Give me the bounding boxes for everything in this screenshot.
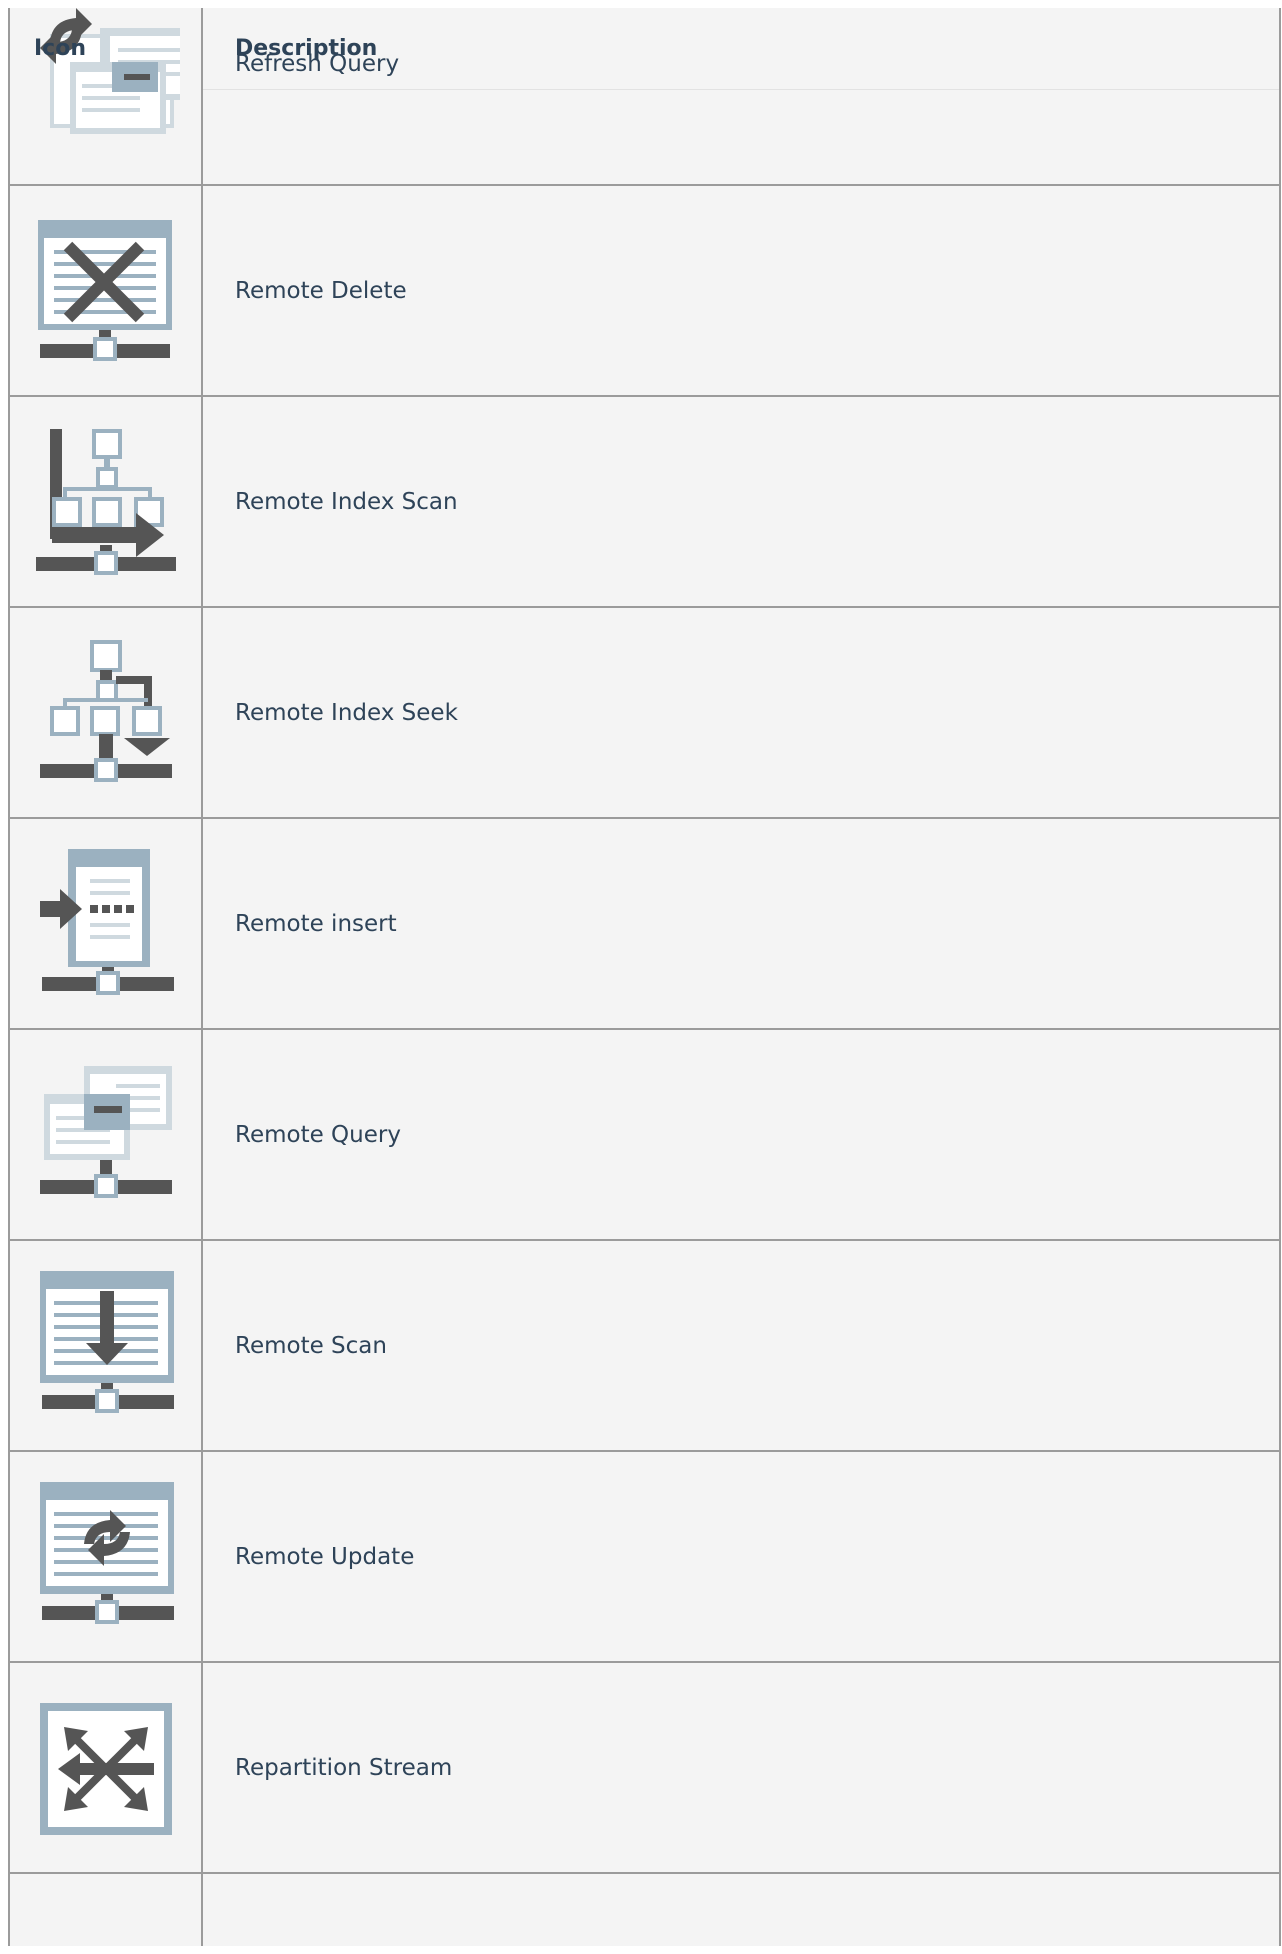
remote-insert-icon xyxy=(30,849,180,999)
row-label: Remote Update xyxy=(235,1543,415,1570)
remote-scan-icon xyxy=(30,1271,180,1421)
remote-update-icon xyxy=(30,1482,180,1632)
table-row: Remote Index Seek xyxy=(10,608,1279,819)
operator-icons-table: Refresh Query Icon Description Remote De… xyxy=(8,8,1281,1946)
table-row: Remote Query xyxy=(10,1030,1279,1241)
table-row: Remote Scan xyxy=(10,1241,1279,1452)
row-label: Remote Query xyxy=(235,1121,401,1148)
refresh-query-icon xyxy=(30,0,180,140)
row-label: Remote Delete xyxy=(235,277,407,304)
remote-delete-icon xyxy=(30,216,180,366)
table-row: Remote Index Scan xyxy=(10,397,1279,608)
table-row: Remote insert xyxy=(10,819,1279,1030)
table-row: Repartition Stream xyxy=(10,1663,1279,1874)
header-divider xyxy=(203,89,1279,90)
remote-index-seek-icon xyxy=(30,638,180,788)
row-label: Remote Scan xyxy=(235,1332,387,1359)
repartition-stream-icon xyxy=(30,1693,180,1843)
remote-query-icon xyxy=(30,1060,180,1210)
row-label: Remote insert xyxy=(235,910,397,937)
row-label: Remote Index Scan xyxy=(235,488,458,515)
row-label: Remote Index Seek xyxy=(235,699,458,726)
remote-index-scan-icon xyxy=(30,427,180,577)
header-icon: Icon xyxy=(34,36,87,61)
table-row: Remote Delete xyxy=(10,186,1279,397)
table-row: Remote Update xyxy=(10,1452,1279,1663)
header-description: Description xyxy=(235,36,378,61)
row-label: Repartition Stream xyxy=(235,1754,453,1781)
table-row xyxy=(10,1874,1279,1954)
table-row: Refresh Query Icon Description xyxy=(10,8,1279,186)
